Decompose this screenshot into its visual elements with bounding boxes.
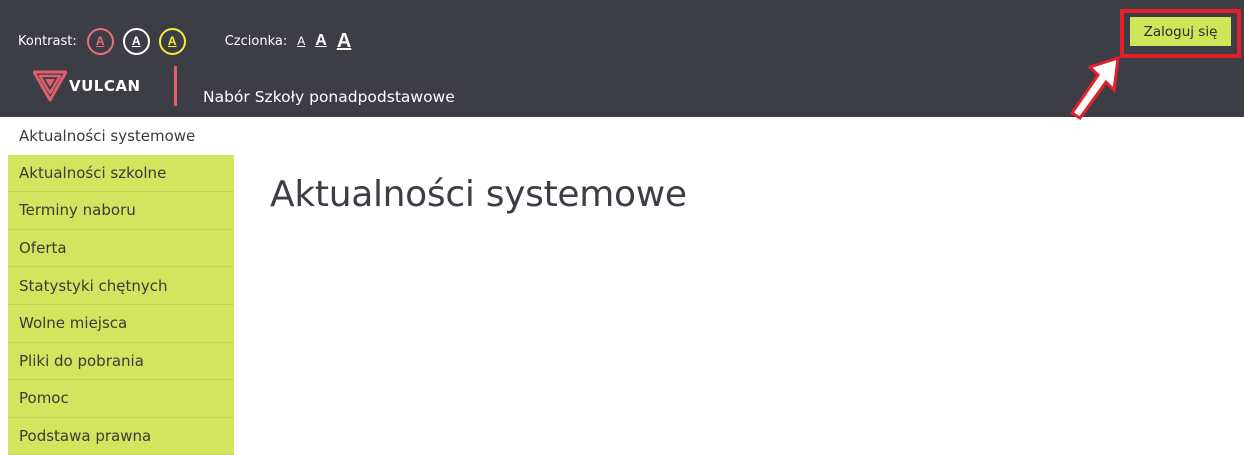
sidebar-item-podstawa-prawna[interactable]: Podstawa prawna: [8, 417, 234, 455]
red-arrow-icon: [1069, 55, 1120, 121]
font-size-large-button[interactable]: A: [337, 31, 351, 51]
sidebar-nav: Aktualności systemowe Aktualności szkoln…: [8, 117, 234, 455]
font-label: Czcionka:: [224, 33, 288, 49]
contrast-white-button[interactable]: A: [122, 27, 150, 55]
accessibility-bar: Kontrast: A A A Czcionka: A A A: [18, 27, 361, 55]
contrast-white-letter: A: [131, 34, 141, 48]
vulcan-logo[interactable]: VULCAN: [33, 66, 141, 106]
login-button[interactable]: Zaloguj się: [1130, 17, 1231, 46]
top-header: Kontrast: A A A Czcionka: A A A VULCAN N…: [0, 0, 1244, 117]
contrast-yellow-button[interactable]: A: [158, 27, 186, 55]
contrast-default-button[interactable]: A: [86, 27, 114, 55]
font-size-medium-button[interactable]: A: [315, 33, 327, 49]
sidebar-item-oferta[interactable]: Oferta: [8, 229, 234, 268]
vulcan-v-icon: [33, 70, 67, 102]
contrast-default-letter: A: [95, 34, 105, 48]
app-title: Nabór Szkoły ponadpodstawowe: [203, 88, 455, 106]
sidebar-item-pomoc[interactable]: Pomoc: [8, 380, 234, 418]
sidebar-item-terminy-naboru[interactable]: Terminy naboru: [8, 192, 234, 230]
font-size-small-button[interactable]: A: [297, 35, 305, 47]
contrast-yellow-letter: A: [167, 34, 177, 48]
logo-text: VULCAN: [69, 77, 141, 95]
sidebar-item-aktualnosci-systemowe[interactable]: Aktualności systemowe: [8, 117, 234, 155]
contrast-label: Kontrast:: [18, 33, 77, 49]
header-divider: [174, 66, 177, 106]
sidebar-item-aktualnosci-szkolne[interactable]: Aktualności szkolne: [8, 154, 234, 193]
sidebar-item-pliki-do-pobrania[interactable]: Pliki do pobrania: [8, 342, 234, 381]
page-title: Aktualności systemowe: [270, 174, 687, 215]
sidebar-item-wolne-miejsca[interactable]: Wolne miejsca: [8, 304, 234, 343]
sidebar-item-statystyki-chetnych[interactable]: Statystyki chętnych: [8, 267, 234, 305]
